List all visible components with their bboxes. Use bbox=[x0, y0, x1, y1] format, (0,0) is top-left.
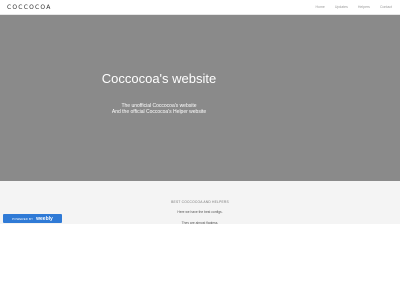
nav-helpers[interactable]: Helpers bbox=[358, 5, 370, 9]
powered-by-weebly-badge[interactable]: POWERED BY weebly bbox=[3, 214, 62, 223]
nav-home[interactable]: Home bbox=[315, 5, 324, 9]
page-blank-area bbox=[0, 224, 400, 300]
main-nav: Home Updates Helpers Contact bbox=[315, 5, 392, 9]
weebly-logo-icon: weebly bbox=[36, 215, 53, 222]
hero-title: Coccocoa's website bbox=[101, 71, 217, 86]
nav-updates[interactable]: Updates bbox=[335, 5, 348, 9]
site-header: COCCOCOA Home Updates Helpers Contact bbox=[0, 0, 400, 15]
hero-banner: Coccocoa's website The unofficial Coccoc… bbox=[0, 15, 400, 181]
nav-contact[interactable]: Contact bbox=[380, 5, 392, 9]
badge-prefix: POWERED BY bbox=[12, 216, 34, 221]
hero-subtitle-line-2: And the official Coccocoa's Helper websi… bbox=[111, 109, 207, 115]
section-heading: BEST COCCOCOA AND HELPERS bbox=[171, 200, 229, 204]
site-logo[interactable]: COCCOCOA bbox=[7, 4, 52, 11]
